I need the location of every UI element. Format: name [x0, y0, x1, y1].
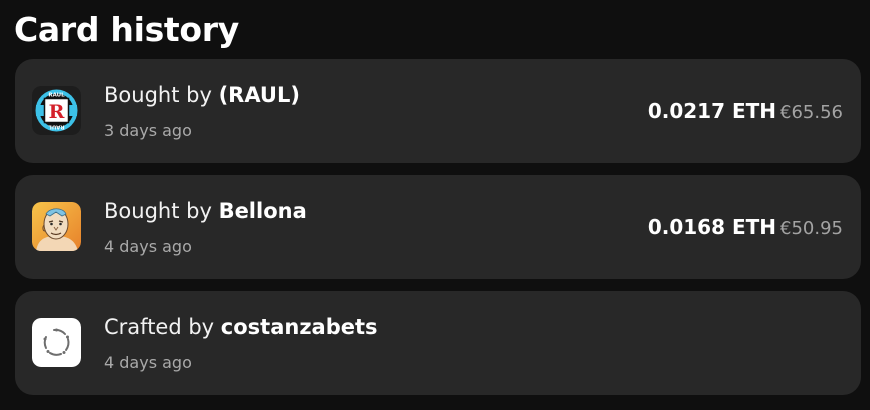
craft-ring-icon[interactable] — [32, 318, 81, 367]
history-list: R RAUL RAUL Bought by (RAUL) 3 days ago … — [15, 59, 861, 407]
price-fiat: €65.56 — [780, 102, 843, 123]
history-row[interactable]: Crafted by costanzabets 4 days ago — [15, 291, 861, 395]
history-description: Crafted by costanzabets — [104, 315, 378, 339]
history-row[interactable]: Bought by Bellona 4 days ago 0.0168 ETH €… — [15, 175, 861, 279]
history-action: Bought by — [104, 199, 212, 223]
history-time: 4 days ago — [104, 237, 192, 256]
card-history-page: Card history R RAUL RAUL Bought by (RAUL… — [0, 0, 870, 410]
history-price: 0.0168 ETH €50.95 — [648, 215, 843, 239]
history-description: Bought by Bellona — [104, 199, 307, 223]
raul-badge-graphic: R RAUL RAUL — [32, 86, 81, 135]
history-description: Bought by (RAUL) — [104, 83, 300, 107]
badge-top-text: RAUL — [48, 93, 65, 99]
history-row[interactable]: R RAUL RAUL Bought by (RAUL) 3 days ago … — [15, 59, 861, 163]
badge-bottom-text: RAUL — [48, 124, 65, 130]
history-user-link[interactable]: (RAUL) — [219, 83, 300, 107]
cartoon-avatar-graphic — [32, 202, 81, 251]
history-user-link[interactable]: costanzabets — [221, 315, 378, 339]
price-eth: 0.0168 ETH — [647, 215, 777, 239]
craft-ring-graphic — [32, 318, 81, 367]
cartoon-avatar-icon[interactable] — [32, 202, 81, 251]
history-user-link[interactable]: Bellona — [219, 199, 307, 223]
history-time: 4 days ago — [104, 353, 192, 372]
history-action: Bought by — [104, 83, 212, 107]
page-title: Card history — [14, 10, 239, 49]
raul-badge-icon[interactable]: R RAUL RAUL — [32, 86, 81, 135]
history-time: 3 days ago — [104, 121, 192, 140]
badge-letter: R — [49, 101, 65, 123]
history-action: Crafted by — [104, 315, 215, 339]
history-price: 0.0217 ETH €65.56 — [648, 99, 843, 123]
price-fiat: €50.95 — [780, 218, 843, 239]
price-eth: 0.0217 ETH — [647, 99, 777, 123]
